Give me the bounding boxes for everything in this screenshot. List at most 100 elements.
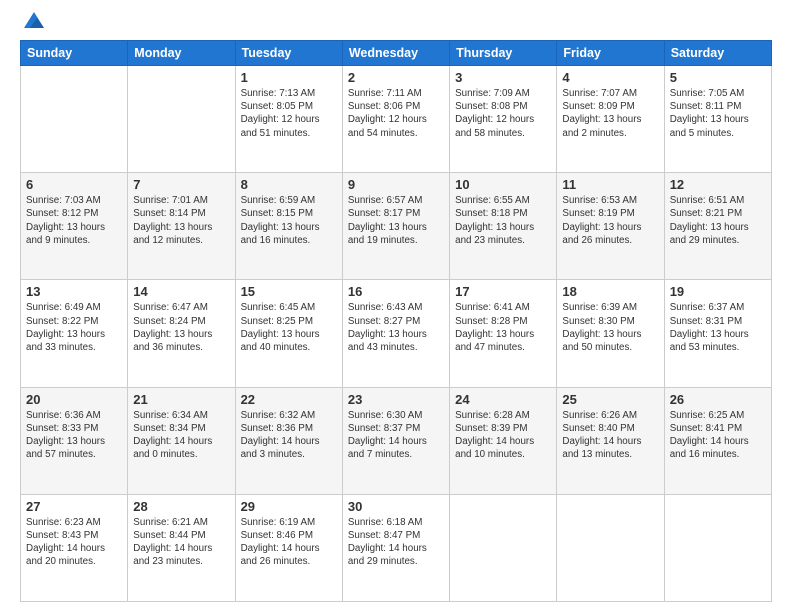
calendar-cell: 17 Sunrise: 6:41 AM Sunset: 8:28 PM Dayli… xyxy=(450,280,557,387)
day-number: 30 xyxy=(348,499,444,514)
day-number: 28 xyxy=(133,499,229,514)
page: SundayMondayTuesdayWednesdayThursdayFrid… xyxy=(0,0,792,612)
day-number: 3 xyxy=(455,70,551,85)
calendar-cell: 30 Sunrise: 6:18 AM Sunset: 8:47 PM Dayli… xyxy=(342,494,449,601)
calendar-table: SundayMondayTuesdayWednesdayThursdayFrid… xyxy=(20,40,772,602)
day-number: 23 xyxy=(348,392,444,407)
day-info: Sunrise: 7:09 AM Sunset: 8:08 PM Dayligh… xyxy=(455,87,551,140)
calendar-week-3: 20 Sunrise: 6:36 AM Sunset: 8:33 PM Dayli… xyxy=(21,387,772,494)
calendar-cell: 2Sunrise: 7:11 AM Sunset: 8:06 PM Daylig… xyxy=(342,66,449,173)
header-row: SundayMondayTuesdayWednesdayThursdayFrid… xyxy=(21,41,772,66)
day-info: Sunrise: 6:30 AM Sunset: 8:37 PM Dayligh… xyxy=(348,409,444,462)
calendar-header: SundayMondayTuesdayWednesdayThursdayFrid… xyxy=(21,41,772,66)
calendar-cell: 26 Sunrise: 6:25 AM Sunset: 8:41 PM Dayli… xyxy=(664,387,771,494)
calendar-cell: 7Sunrise: 7:01 AM Sunset: 8:14 PM Daylig… xyxy=(128,173,235,280)
calendar-cell: 21 Sunrise: 6:34 AM Sunset: 8:34 PM Dayli… xyxy=(128,387,235,494)
day-number: 6 xyxy=(26,177,122,192)
day-info: Sunrise: 6:41 AM Sunset: 8:28 PM Dayligh… xyxy=(455,301,551,354)
calendar-cell: 8 Sunrise: 6:59 AM Sunset: 8:15 PM Daylig… xyxy=(235,173,342,280)
day-info: Sunrise: 6:21 AM Sunset: 8:44 PM Dayligh… xyxy=(133,516,229,569)
calendar-cell xyxy=(664,494,771,601)
calendar-cell: 12 Sunrise: 6:51 AM Sunset: 8:21 PM Dayli… xyxy=(664,173,771,280)
calendar-cell: 15 Sunrise: 6:45 AM Sunset: 8:25 PM Dayli… xyxy=(235,280,342,387)
header-cell-thursday: Thursday xyxy=(450,41,557,66)
calendar-cell: 19 Sunrise: 6:37 AM Sunset: 8:31 PM Dayli… xyxy=(664,280,771,387)
day-number: 20 xyxy=(26,392,122,407)
header-cell-tuesday: Tuesday xyxy=(235,41,342,66)
header-cell-friday: Friday xyxy=(557,41,664,66)
day-number: 29 xyxy=(241,499,337,514)
day-info: Sunrise: 6:32 AM Sunset: 8:36 PM Dayligh… xyxy=(241,409,337,462)
day-info: Sunrise: 6:51 AM Sunset: 8:21 PM Dayligh… xyxy=(670,194,766,247)
calendar-week-1: 6 Sunrise: 7:03 AM Sunset: 8:12 PM Daylig… xyxy=(21,173,772,280)
day-info: Sunrise: 6:18 AM Sunset: 8:47 PM Dayligh… xyxy=(348,516,444,569)
day-info: Sunrise: 6:53 AM Sunset: 8:19 PM Dayligh… xyxy=(562,194,658,247)
day-info: Sunrise: 6:36 AM Sunset: 8:33 PM Dayligh… xyxy=(26,409,122,462)
calendar-cell xyxy=(450,494,557,601)
day-info: Sunrise: 7:05 AM Sunset: 8:11 PM Dayligh… xyxy=(670,87,766,140)
day-number: 15 xyxy=(241,284,337,299)
day-number: 26 xyxy=(670,392,766,407)
day-info: Sunrise: 6:59 AM Sunset: 8:15 PM Dayligh… xyxy=(241,194,337,247)
calendar-cell xyxy=(128,66,235,173)
day-info: Sunrise: 6:25 AM Sunset: 8:41 PM Dayligh… xyxy=(670,409,766,462)
day-info: Sunrise: 6:19 AM Sunset: 8:46 PM Dayligh… xyxy=(241,516,337,569)
day-number: 17 xyxy=(455,284,551,299)
day-number: 22 xyxy=(241,392,337,407)
day-number: 16 xyxy=(348,284,444,299)
day-number: 19 xyxy=(670,284,766,299)
day-number: 2 xyxy=(348,70,444,85)
logo xyxy=(20,16,44,30)
header xyxy=(20,16,772,30)
calendar-cell: 11Sunrise: 6:53 AM Sunset: 8:19 PM Dayli… xyxy=(557,173,664,280)
calendar-cell: 27 Sunrise: 6:23 AM Sunset: 8:43 PM Dayli… xyxy=(21,494,128,601)
day-info: Sunrise: 7:03 AM Sunset: 8:12 PM Dayligh… xyxy=(26,194,122,247)
calendar-cell: 28 Sunrise: 6:21 AM Sunset: 8:44 PM Dayli… xyxy=(128,494,235,601)
day-number: 5 xyxy=(670,70,766,85)
day-info: Sunrise: 6:49 AM Sunset: 8:22 PM Dayligh… xyxy=(26,301,122,354)
calendar-cell xyxy=(557,494,664,601)
calendar-cell: 13Sunrise: 6:49 AM Sunset: 8:22 PM Dayli… xyxy=(21,280,128,387)
day-info: Sunrise: 6:34 AM Sunset: 8:34 PM Dayligh… xyxy=(133,409,229,462)
day-number: 7 xyxy=(133,177,229,192)
calendar-cell: 10Sunrise: 6:55 AM Sunset: 8:18 PM Dayli… xyxy=(450,173,557,280)
day-info: Sunrise: 6:57 AM Sunset: 8:17 PM Dayligh… xyxy=(348,194,444,247)
day-number: 12 xyxy=(670,177,766,192)
day-number: 4 xyxy=(562,70,658,85)
logo-icon xyxy=(24,10,44,30)
calendar-cell: 20 Sunrise: 6:36 AM Sunset: 8:33 PM Dayli… xyxy=(21,387,128,494)
day-info: Sunrise: 6:45 AM Sunset: 8:25 PM Dayligh… xyxy=(241,301,337,354)
day-number: 8 xyxy=(241,177,337,192)
calendar-cell: 3 Sunrise: 7:09 AM Sunset: 8:08 PM Daylig… xyxy=(450,66,557,173)
calendar-cell: 1Sunrise: 7:13 AM Sunset: 8:05 PM Daylig… xyxy=(235,66,342,173)
day-number: 21 xyxy=(133,392,229,407)
calendar-body: 1Sunrise: 7:13 AM Sunset: 8:05 PM Daylig… xyxy=(21,66,772,602)
calendar-week-0: 1Sunrise: 7:13 AM Sunset: 8:05 PM Daylig… xyxy=(21,66,772,173)
day-info: Sunrise: 6:28 AM Sunset: 8:39 PM Dayligh… xyxy=(455,409,551,462)
day-info: Sunrise: 6:37 AM Sunset: 8:31 PM Dayligh… xyxy=(670,301,766,354)
calendar-cell: 6 Sunrise: 7:03 AM Sunset: 8:12 PM Daylig… xyxy=(21,173,128,280)
day-number: 9 xyxy=(348,177,444,192)
calendar-cell: 22 Sunrise: 6:32 AM Sunset: 8:36 PM Dayli… xyxy=(235,387,342,494)
day-number: 18 xyxy=(562,284,658,299)
day-info: Sunrise: 6:55 AM Sunset: 8:18 PM Dayligh… xyxy=(455,194,551,247)
calendar-cell: 29 Sunrise: 6:19 AM Sunset: 8:46 PM Dayli… xyxy=(235,494,342,601)
header-cell-monday: Monday xyxy=(128,41,235,66)
calendar-cell: 24Sunrise: 6:28 AM Sunset: 8:39 PM Dayli… xyxy=(450,387,557,494)
calendar-cell: 18 Sunrise: 6:39 AM Sunset: 8:30 PM Dayli… xyxy=(557,280,664,387)
day-number: 27 xyxy=(26,499,122,514)
day-number: 1 xyxy=(241,70,337,85)
calendar-week-4: 27 Sunrise: 6:23 AM Sunset: 8:43 PM Dayli… xyxy=(21,494,772,601)
header-cell-saturday: Saturday xyxy=(664,41,771,66)
calendar-cell: 9 Sunrise: 6:57 AM Sunset: 8:17 PM Daylig… xyxy=(342,173,449,280)
calendar-cell: 23 Sunrise: 6:30 AM Sunset: 8:37 PM Dayli… xyxy=(342,387,449,494)
day-info: Sunrise: 6:26 AM Sunset: 8:40 PM Dayligh… xyxy=(562,409,658,462)
header-cell-wednesday: Wednesday xyxy=(342,41,449,66)
day-info: Sunrise: 6:23 AM Sunset: 8:43 PM Dayligh… xyxy=(26,516,122,569)
calendar-cell: 16Sunrise: 6:43 AM Sunset: 8:27 PM Dayli… xyxy=(342,280,449,387)
calendar-cell xyxy=(21,66,128,173)
header-cell-sunday: Sunday xyxy=(21,41,128,66)
calendar-week-2: 13Sunrise: 6:49 AM Sunset: 8:22 PM Dayli… xyxy=(21,280,772,387)
day-info: Sunrise: 7:07 AM Sunset: 8:09 PM Dayligh… xyxy=(562,87,658,140)
day-info: Sunrise: 6:39 AM Sunset: 8:30 PM Dayligh… xyxy=(562,301,658,354)
